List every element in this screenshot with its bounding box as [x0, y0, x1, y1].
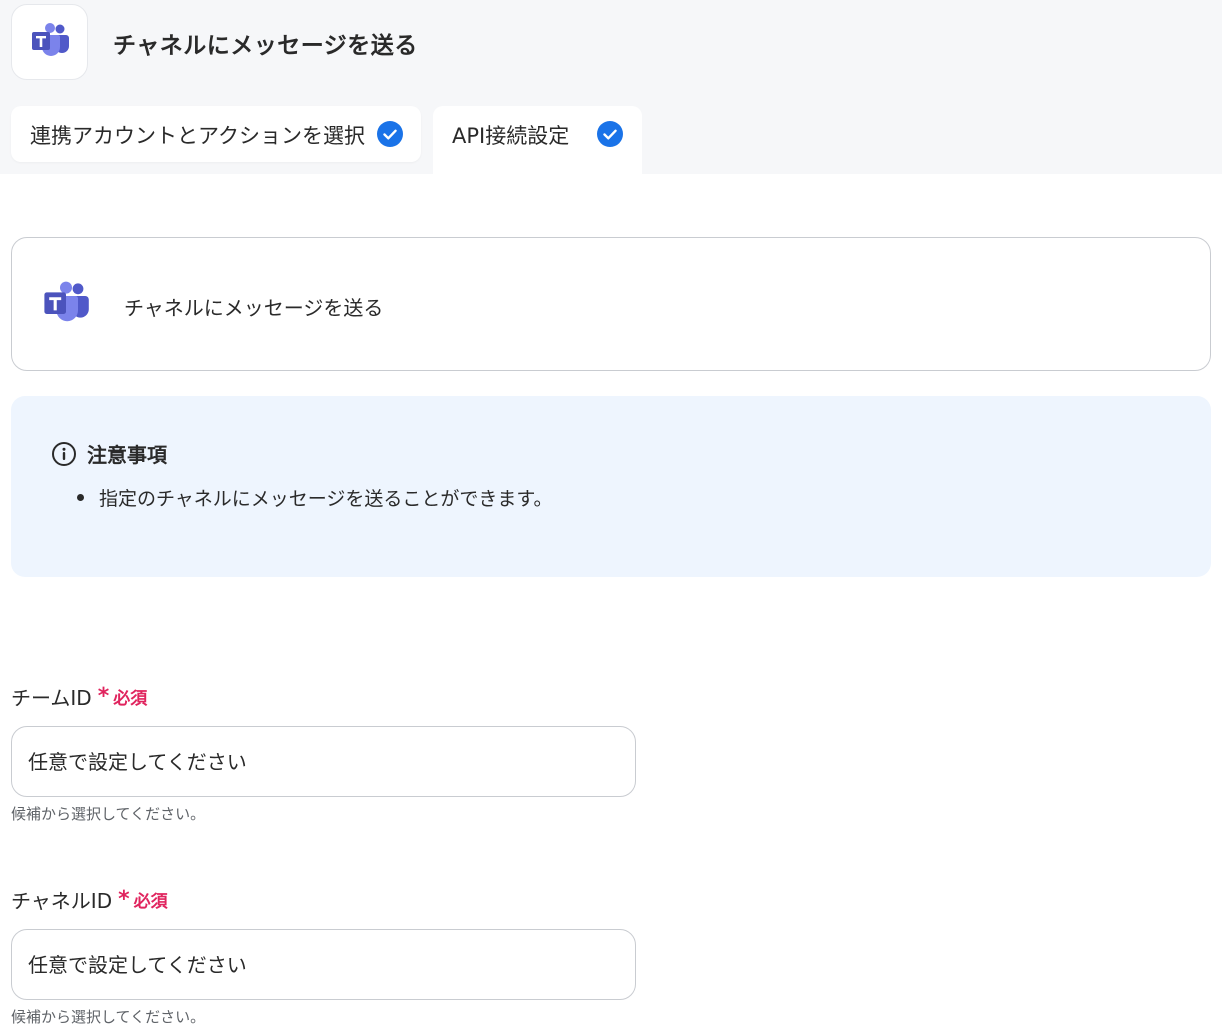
check-circle-icon	[377, 121, 403, 147]
required-text: 必須	[133, 892, 168, 912]
field-label-text: チャネルID	[11, 889, 113, 913]
notice-title: 注意事項	[87, 443, 167, 467]
notice-item: 指定のチャネルにメッセージを送ることができます。	[77, 484, 553, 511]
check-circle-icon	[597, 121, 623, 147]
channel-id-help: 候補から選択してください。	[11, 1008, 206, 1026]
team-id-help: 候補から選択してください。	[11, 805, 206, 823]
team-id-label: チームID * 必須	[11, 682, 147, 711]
tab-label: API接続設定	[452, 124, 570, 148]
team-id-input[interactable]	[11, 726, 636, 797]
app-icon-container	[11, 4, 88, 80]
action-card: チャネルにメッセージを送る	[11, 237, 1211, 371]
channel-id-label: チャネルID * 必須	[11, 885, 168, 914]
field-label-text: チームID	[11, 686, 92, 710]
tab-label: 連携アカウントとアクションを選択	[30, 124, 365, 148]
microsoft-teams-icon	[42, 281, 90, 327]
notice-header: 注意事項	[51, 439, 167, 468]
channel-id-input[interactable]	[11, 929, 636, 1000]
page-title: チャネルにメッセージを送る	[113, 33, 418, 59]
notice-box: 注意事項 指定のチャネルにメッセージを送ることができます。	[11, 396, 1211, 577]
microsoft-teams-icon	[30, 23, 70, 61]
tab-account-action[interactable]: 連携アカウントとアクションを選択	[11, 106, 421, 162]
notice-list: 指定のチャネルにメッセージを送ることができます。	[77, 484, 553, 511]
header: チャネルにメッセージを送る 連携アカウントとアクションを選択 API接続設定	[0, 0, 1222, 174]
required-asterisk: *	[118, 887, 130, 912]
action-title: チャネルにメッセージを送る	[124, 296, 384, 320]
info-icon	[51, 441, 77, 467]
required-text: 必須	[113, 689, 148, 709]
tab-api-settings[interactable]: API接続設定	[433, 106, 642, 174]
required-asterisk: *	[97, 684, 110, 709]
